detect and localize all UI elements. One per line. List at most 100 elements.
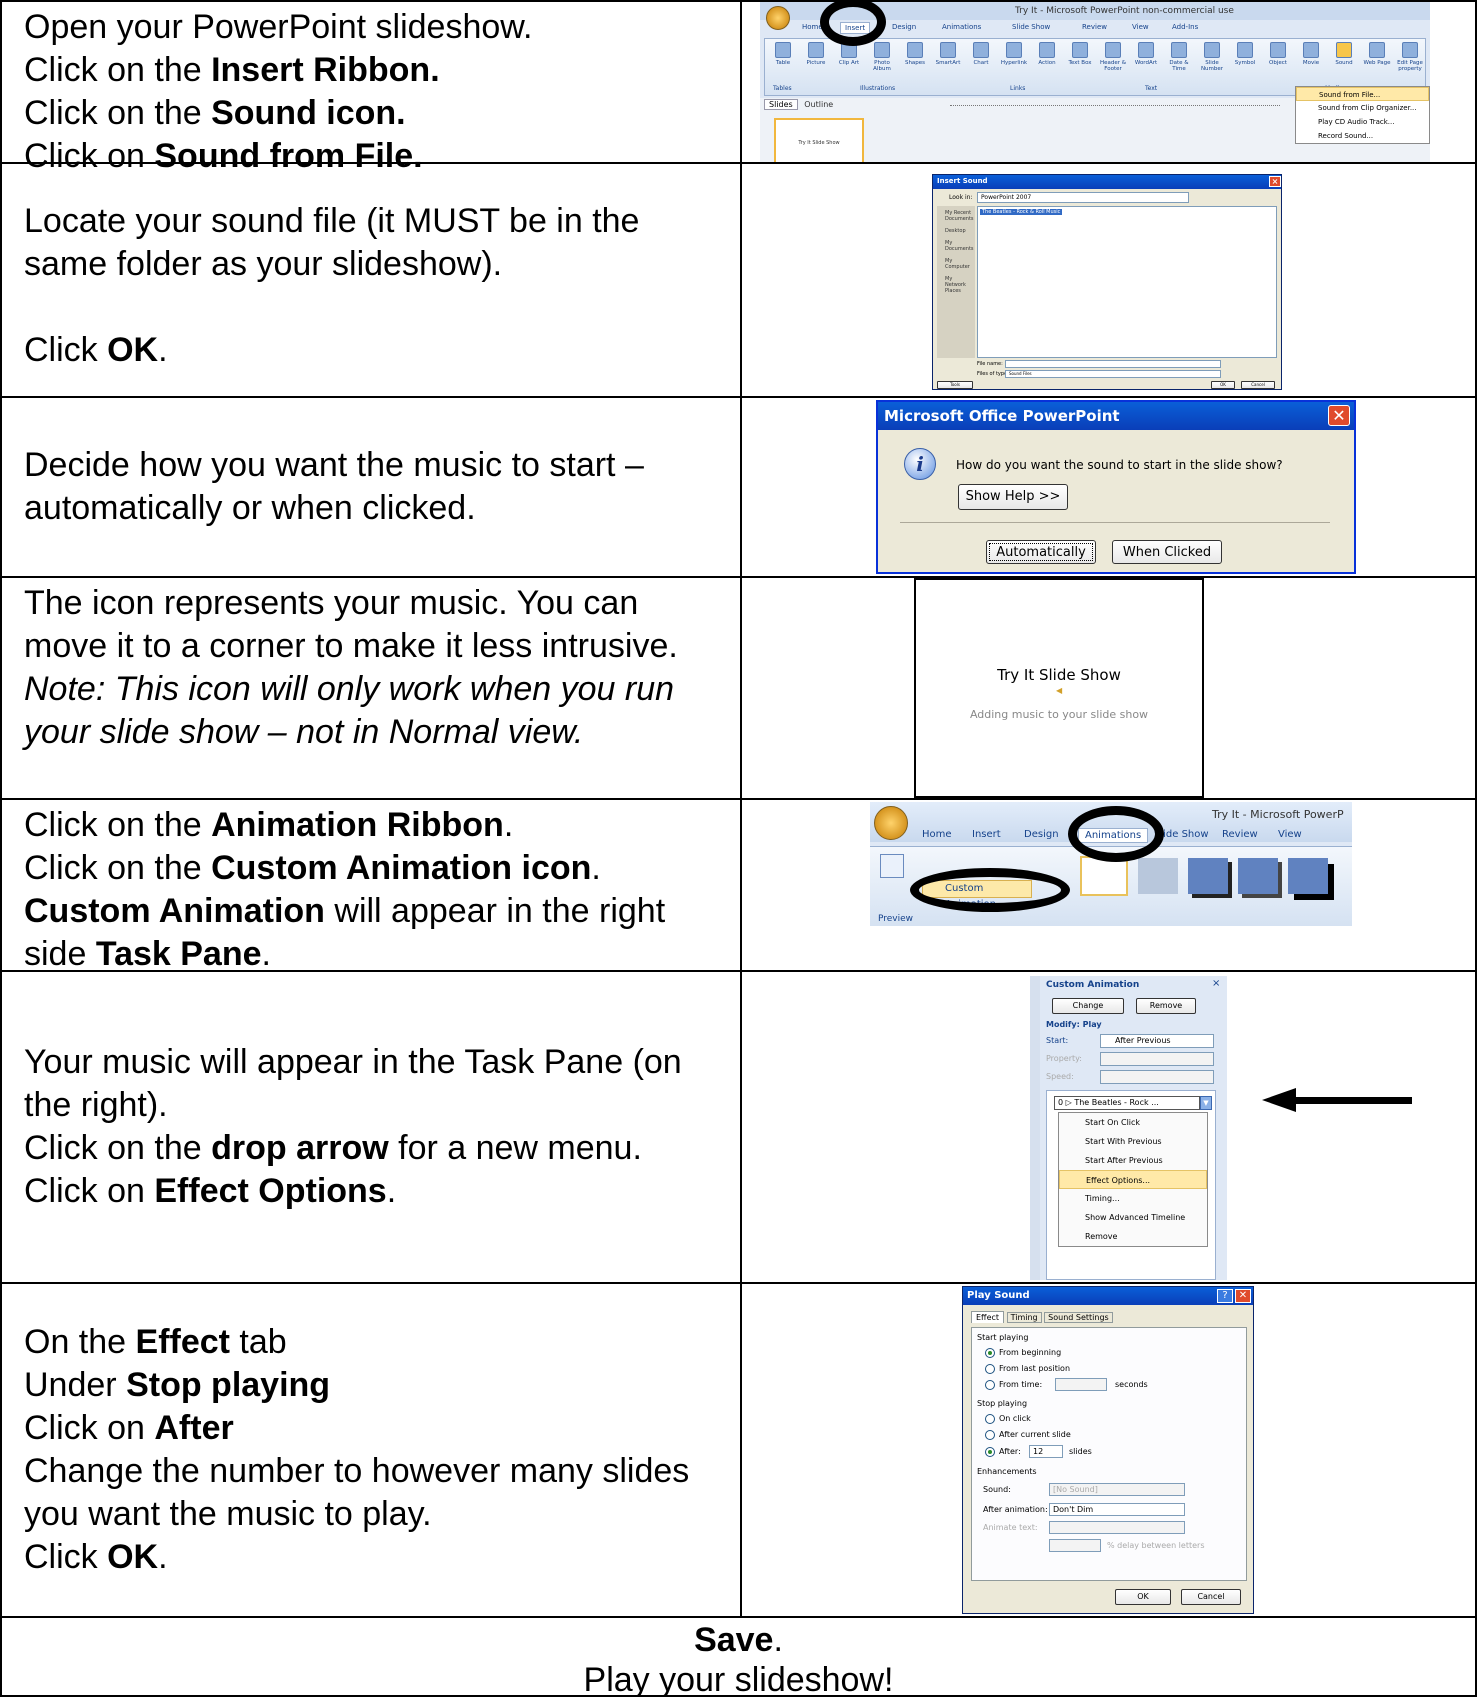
- ribbon-button[interactable]: Shapes: [901, 42, 929, 66]
- ribbon-button[interactable]: Web Page: [1363, 42, 1391, 66]
- after-slides-input[interactable]: 12: [1029, 1445, 1063, 1458]
- ribbon-button[interactable]: Object: [1264, 42, 1292, 66]
- property-label: Property:: [1046, 1054, 1082, 1063]
- menu-show-advanced-timeline[interactable]: Show Advanced Timeline: [1059, 1208, 1207, 1227]
- preview-button[interactable]: [880, 854, 904, 878]
- tab-sound-settings[interactable]: Sound Settings: [1044, 1312, 1113, 1323]
- office-button[interactable]: [766, 6, 790, 30]
- ribbon-button[interactable]: Picture: [802, 42, 830, 66]
- ribbon-button[interactable]: Edit Page property: [1396, 42, 1424, 72]
- ribbon-button[interactable]: Photo Album: [868, 42, 896, 72]
- from-time-radio[interactable]: [985, 1380, 995, 1390]
- file-item[interactable]: The Beatles - Rock & Roll Music: [980, 209, 1063, 215]
- start-select[interactable]: After Previous: [1100, 1034, 1214, 1048]
- ribbon-tab[interactable]: Design: [890, 22, 918, 32]
- remove-button[interactable]: Remove: [1136, 998, 1196, 1014]
- ribbon-button[interactable]: Text Box: [1066, 42, 1094, 66]
- cancel-button[interactable]: Cancel: [1181, 1589, 1241, 1605]
- tab-timing[interactable]: Timing: [1006, 1312, 1042, 1323]
- ribbon-button[interactable]: Chart: [967, 42, 995, 66]
- ribbon-icon: [808, 42, 824, 58]
- from-last-radio[interactable]: [985, 1364, 995, 1374]
- ribbon-icon: [1039, 42, 1055, 58]
- place-desktop[interactable]: Desktop: [937, 222, 975, 234]
- ribbon-button[interactable]: Movie: [1297, 42, 1325, 66]
- ribbon-icon: [1171, 42, 1187, 58]
- ribbon-button[interactable]: Date & Time: [1165, 42, 1193, 72]
- help-icon[interactable]: ?: [1217, 1289, 1233, 1303]
- footer-text: Save. Play your slideshow!: [2, 1620, 1475, 1697]
- show-help-button[interactable]: Show Help >>: [958, 484, 1068, 510]
- ribbon-button[interactable]: Hyperlink: [1000, 42, 1028, 66]
- after-animation-select[interactable]: Don't Dim: [1049, 1503, 1185, 1516]
- tab-slides[interactable]: Slides: [764, 99, 798, 110]
- start-label: Start:: [1046, 1036, 1069, 1045]
- on-click-radio[interactable]: [985, 1414, 995, 1424]
- menu-play-cd[interactable]: Play CD Audio Track...: [1296, 115, 1429, 129]
- ribbon-tab[interactable]: View: [1130, 22, 1151, 32]
- look-in-select[interactable]: PowerPoint 2007: [977, 192, 1189, 203]
- ok-button[interactable]: OK: [1115, 1589, 1171, 1605]
- menu-sound-from-file[interactable]: Sound from File...: [1296, 87, 1429, 101]
- ribbon-tab[interactable]: Review: [1080, 22, 1109, 32]
- speed-label: Speed:: [1046, 1072, 1074, 1081]
- menu-effect-options[interactable]: Effect Options...: [1059, 1170, 1207, 1189]
- menu-record-sound[interactable]: Record Sound...: [1296, 129, 1429, 143]
- sound-label: Sound:: [983, 1485, 1011, 1494]
- ribbon-button[interactable]: SmartArt: [934, 42, 962, 66]
- text: On the: [24, 1323, 136, 1361]
- menu-start-with-previous[interactable]: Start With Previous: [1059, 1132, 1207, 1151]
- row-7: On the Effect tab Under Stop playing Click…: [0, 1282, 1477, 1616]
- tools-button[interactable]: Tools: [937, 381, 973, 389]
- instruction-line: Under Stop playing: [24, 1364, 718, 1407]
- menu-remove[interactable]: Remove: [1059, 1227, 1207, 1246]
- ribbon-button[interactable]: Header & Footer: [1099, 42, 1127, 72]
- ribbon-tab[interactable]: View: [1276, 828, 1304, 841]
- close-icon[interactable]: ✕: [1235, 1289, 1251, 1303]
- ribbon-button[interactable]: Symbol: [1231, 42, 1259, 66]
- after-current-radio[interactable]: [985, 1430, 995, 1440]
- automatically-button[interactable]: Automatically: [986, 540, 1096, 564]
- file-name-input[interactable]: [1005, 360, 1221, 368]
- place-computer[interactable]: My Computer: [937, 252, 975, 270]
- ribbon-icon: [907, 42, 923, 58]
- ribbon-button[interactable]: Slide Number: [1198, 42, 1226, 72]
- after-radio[interactable]: [985, 1447, 995, 1457]
- instruction-text: Your music will appear in the Task Pane …: [2, 972, 742, 1282]
- ribbon-button[interactable]: Sound: [1330, 42, 1358, 66]
- ribbon-tab[interactable]: Slide Show: [1010, 22, 1052, 32]
- place-network[interactable]: My Network Places: [937, 270, 975, 294]
- dropdown-arrow[interactable]: ▼: [1200, 1096, 1212, 1110]
- ribbon-button[interactable]: WordArt: [1132, 42, 1160, 66]
- ribbon-button[interactable]: Table: [769, 42, 797, 66]
- from-beginning-radio[interactable]: [985, 1348, 995, 1358]
- ribbon-button[interactable]: Action: [1033, 42, 1061, 66]
- place-recent[interactable]: My Recent Documents: [937, 206, 975, 222]
- menu-start-after-previous[interactable]: Start After Previous: [1059, 1151, 1207, 1170]
- office-button[interactable]: [874, 806, 908, 840]
- ribbon-tab[interactable]: Design: [1022, 828, 1061, 841]
- ribbon-tab[interactable]: Home: [920, 828, 954, 841]
- menu-timing[interactable]: Timing...: [1059, 1189, 1207, 1208]
- menu-start-on-click[interactable]: Start On Click: [1059, 1113, 1207, 1132]
- animation-item[interactable]: 0 ▷ The Beatles - Rock ...: [1054, 1096, 1200, 1110]
- tab-effect[interactable]: Effect: [971, 1311, 1005, 1323]
- menu-sound-clip-organizer[interactable]: Sound from Clip Organizer...: [1296, 101, 1429, 115]
- close-icon[interactable]: ✕: [1328, 405, 1350, 426]
- place-documents[interactable]: My Documents: [937, 234, 975, 252]
- change-button[interactable]: Change: [1052, 998, 1124, 1014]
- file-type-select[interactable]: Sound Files: [1005, 370, 1221, 378]
- instruction-line: On the Effect tab: [24, 1321, 718, 1364]
- instruction-line: Change the number to however many slides…: [24, 1450, 718, 1536]
- close-icon[interactable]: ×: [1269, 176, 1281, 187]
- ok-button[interactable]: OK: [1211, 381, 1235, 389]
- ribbon-tab[interactable]: Animations: [940, 22, 983, 32]
- ribbon-tab[interactable]: Add-Ins: [1170, 22, 1200, 32]
- slide-thumbnail[interactable]: Try It Slide Show: [774, 118, 864, 162]
- close-icon[interactable]: ×: [1212, 978, 1220, 989]
- ribbon-tab[interactable]: Review: [1220, 828, 1260, 841]
- ribbon-tab[interactable]: Insert: [970, 828, 1003, 841]
- tab-outline[interactable]: Outline: [800, 100, 837, 109]
- cancel-button[interactable]: Cancel: [1241, 381, 1275, 389]
- when-clicked-button[interactable]: When Clicked: [1112, 540, 1222, 564]
